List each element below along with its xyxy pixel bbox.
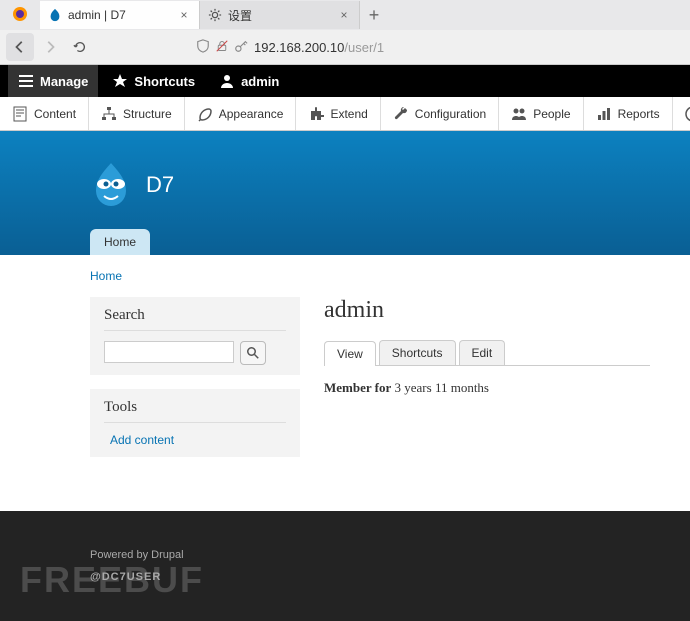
tab-title: 设置: [228, 7, 337, 24]
browser-chrome: admin | D7 × 设置 × +: [0, 0, 690, 65]
site-branding: D7: [90, 161, 690, 209]
wrench-icon: [393, 106, 409, 122]
extend-icon: [308, 106, 324, 122]
primary-navigation: Home: [90, 229, 690, 255]
person-icon: [219, 73, 235, 89]
page-title: admin: [324, 297, 650, 324]
permission-icon: [234, 39, 248, 56]
search-form: [104, 341, 286, 365]
tools-block-title: Tools: [104, 399, 286, 423]
nav-home[interactable]: Home: [90, 229, 150, 255]
appearance-icon: [197, 106, 213, 122]
content-wrapper: Search Tools Add content admin View Shor…: [90, 297, 690, 471]
drupal-logo: [90, 161, 132, 209]
reload-button[interactable]: [66, 33, 94, 61]
help-icon: [685, 106, 690, 122]
drupal-favicon: [48, 8, 62, 22]
menu-structure[interactable]: Structure: [89, 97, 185, 130]
lock-icon: [216, 39, 228, 56]
gear-icon: [208, 8, 222, 22]
close-icon[interactable]: ×: [337, 8, 351, 22]
shield-icon: [196, 39, 210, 56]
tools-block: Tools Add content: [90, 389, 300, 457]
breadcrumb-home[interactable]: Home: [90, 269, 690, 283]
new-tab-button[interactable]: +: [360, 5, 388, 26]
search-input[interactable]: [104, 341, 234, 363]
url-text: 192.168.200.10/user/1: [254, 40, 384, 55]
back-button[interactable]: [6, 33, 34, 61]
content-icon: [12, 106, 28, 122]
local-tabs: View Shortcuts Edit: [324, 340, 650, 366]
reports-icon: [596, 106, 612, 122]
url-bar[interactable]: 192.168.200.10/user/1: [196, 39, 684, 56]
menu-extend[interactable]: Extend: [296, 97, 380, 130]
manage-toggle[interactable]: Manage: [8, 65, 98, 97]
menu-help[interactable]: Help: [673, 97, 690, 130]
site-footer: FREEBUF Powered by Drupal @DC7USER: [0, 511, 690, 621]
browser-tab-active[interactable]: admin | D7 ×: [40, 1, 200, 29]
firefox-icon: [0, 6, 40, 25]
admin-toolbar: Manage Shortcuts admin: [0, 65, 690, 97]
tab-edit[interactable]: Edit: [459, 340, 506, 365]
tabs-bar: admin | D7 × 设置 × +: [0, 0, 690, 30]
star-icon: [112, 73, 128, 89]
browser-tab-settings[interactable]: 设置 ×: [200, 1, 360, 29]
hamburger-icon: [18, 73, 34, 89]
navbar: 192.168.200.10/user/1: [0, 30, 690, 64]
tab-title: admin | D7: [68, 8, 177, 22]
watermark: FREEBUF: [20, 559, 204, 601]
tab-view[interactable]: View: [324, 341, 376, 366]
search-block: Search: [90, 297, 300, 375]
menu-people[interactable]: People: [499, 97, 583, 130]
sidebar: Search Tools Add content: [90, 297, 300, 471]
admin-menu: Content Structure Appearance Extend Conf…: [0, 97, 690, 131]
menu-reports[interactable]: Reports: [584, 97, 673, 130]
tab-shortcuts[interactable]: Shortcuts: [379, 340, 456, 365]
structure-icon: [101, 106, 117, 122]
add-content-link[interactable]: Add content: [104, 433, 286, 447]
people-icon: [511, 106, 527, 122]
forward-button[interactable]: [36, 33, 64, 61]
close-icon[interactable]: ×: [177, 8, 191, 22]
site-name[interactable]: D7: [146, 172, 174, 198]
search-submit[interactable]: [240, 341, 266, 365]
menu-configuration[interactable]: Configuration: [381, 97, 499, 130]
menu-appearance[interactable]: Appearance: [185, 97, 297, 130]
main-content: admin View Shortcuts Edit Member for 3 y…: [324, 297, 690, 471]
search-icon: [247, 347, 259, 359]
member-for: Member for 3 years 11 months: [324, 380, 650, 396]
page-body: Home Search Tools Add content admin View: [0, 255, 690, 511]
menu-content[interactable]: Content: [0, 97, 89, 130]
site-header: D7 Home: [0, 131, 690, 255]
user-account-link[interactable]: admin: [209, 65, 289, 97]
search-block-title: Search: [104, 307, 286, 331]
shortcuts-link[interactable]: Shortcuts: [102, 65, 205, 97]
